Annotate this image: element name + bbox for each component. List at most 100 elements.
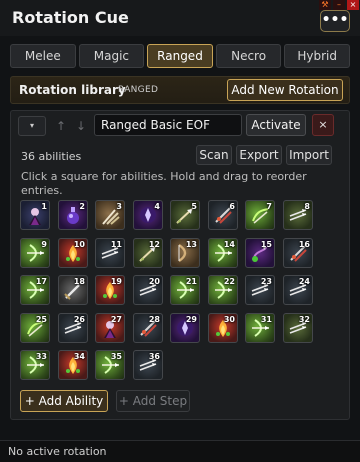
ability-slot-number: 7 (266, 202, 272, 211)
ability-slot-number: 30 (223, 315, 235, 324)
ability-slot[interactable]: 4 (133, 200, 163, 230)
ability-slot-number: 29 (185, 315, 197, 324)
ability-slot-number: 19 (110, 277, 122, 286)
ability-slot[interactable]: 1 (20, 200, 50, 230)
tab-hybrid[interactable]: Hybrid (284, 44, 350, 68)
ability-slot[interactable]: 25 (20, 313, 50, 343)
ability-slot-number: 23 (260, 277, 272, 286)
ability-slot[interactable]: 2 (58, 200, 88, 230)
ability-slot[interactable]: 16 (283, 238, 313, 268)
tab-ranged[interactable]: Ranged (147, 44, 213, 68)
ability-slot-number: 14 (223, 240, 235, 249)
ability-slot-number: 35 (110, 352, 122, 361)
ability-slot[interactable]: 23 (245, 275, 275, 305)
add-step-button[interactable]: + Add Step (116, 390, 190, 412)
ability-slot-number: 5 (191, 202, 197, 211)
ability-slot-number: 26 (73, 315, 85, 324)
ability-slot-number: 34 (73, 352, 85, 361)
move-up-button[interactable]: ↑ (52, 116, 70, 136)
ability-slot[interactable]: 35 (95, 350, 125, 380)
window-title: Rotation Cue (12, 8, 129, 27)
ability-slot[interactable]: 10 (58, 238, 88, 268)
library-title: Rotation library (19, 83, 126, 97)
pin-icon[interactable]: ⚒ (319, 0, 331, 10)
ability-slot-number: 12 (148, 240, 160, 249)
tab-necro[interactable]: Necro (215, 44, 282, 68)
ability-slot-number: 8 (304, 202, 310, 211)
ability-count: 36 abilities (21, 150, 82, 163)
export-button[interactable]: Export (236, 145, 282, 165)
ability-slot-number: 21 (185, 277, 197, 286)
ability-slot[interactable]: 29 (170, 313, 200, 343)
ability-slot[interactable]: 3 (95, 200, 125, 230)
style-tabs: Melee Magic Ranged Necro Hybrid (10, 44, 350, 68)
ability-slot[interactable]: 5 (170, 200, 200, 230)
ability-slot-number: 18 (73, 277, 85, 286)
ability-slot[interactable]: 6 (208, 200, 238, 230)
library-style-tag: RANGED (118, 85, 159, 95)
ability-slot[interactable]: 19 (95, 275, 125, 305)
ability-slot-number: 6 (229, 202, 235, 211)
ability-slot-number: 36 (148, 352, 160, 361)
add-ability-button[interactable]: + Add Ability (20, 390, 108, 412)
ability-slot-number: 2 (79, 202, 85, 211)
ability-slot-number: 20 (148, 277, 160, 286)
ability-slot[interactable]: 36 (133, 350, 163, 380)
close-icon[interactable]: × (347, 0, 359, 10)
ability-slot[interactable]: 15 (245, 238, 275, 268)
ability-slot[interactable]: 22 (208, 275, 238, 305)
minimize-icon[interactable]: – (333, 0, 345, 10)
ability-slot[interactable]: 33 (20, 350, 50, 380)
scan-button[interactable]: Scan (196, 145, 232, 165)
ability-slot[interactable]: 26 (58, 313, 88, 343)
ability-slot-number: 3 (116, 202, 122, 211)
ability-slot[interactable]: 7 (245, 200, 275, 230)
ability-slot-number: 16 (298, 240, 310, 249)
ability-slot[interactable]: 9 (20, 238, 50, 268)
ability-slot-number: 24 (298, 277, 310, 286)
ability-slot-number: 25 (35, 315, 47, 324)
ability-slot[interactable]: 20 (133, 275, 163, 305)
ability-slot-number: 22 (223, 277, 235, 286)
ability-slot[interactable]: 34 (58, 350, 88, 380)
ability-slot-number: 32 (298, 315, 310, 324)
ability-slot-number: 31 (260, 315, 272, 324)
delete-rotation-button[interactable]: × (312, 114, 334, 136)
ability-slot[interactable]: 17 (20, 275, 50, 305)
ability-slot-number: 4 (154, 202, 160, 211)
add-new-rotation-button[interactable]: Add New Rotation (227, 79, 343, 101)
ability-slot-number: 13 (185, 240, 197, 249)
title-bar: Rotation Cue ⚒ – × ••• (0, 0, 360, 36)
activate-button[interactable]: Activate (246, 114, 306, 136)
ability-slot[interactable]: 12 (133, 238, 163, 268)
ability-slot[interactable]: 27 (95, 313, 125, 343)
status-text: No active rotation (8, 445, 107, 458)
ability-slot-number: 28 (148, 315, 160, 324)
ability-slot[interactable]: 30 (208, 313, 238, 343)
status-bar: No active rotation (0, 440, 360, 462)
ability-slot[interactable]: 13 (170, 238, 200, 268)
ability-slot-number: 27 (110, 315, 122, 324)
ability-slot[interactable]: 31 (245, 313, 275, 343)
ability-slot[interactable]: 11 (95, 238, 125, 268)
move-down-button[interactable]: ↓ (72, 116, 90, 136)
tab-magic[interactable]: Magic (78, 44, 145, 68)
ability-slot[interactable]: 21 (170, 275, 200, 305)
ability-slot-number: 1 (41, 202, 47, 211)
tab-melee[interactable]: Melee (10, 44, 76, 68)
ability-slot[interactable]: 14 (208, 238, 238, 268)
ability-slot[interactable]: 32 (283, 313, 313, 343)
ability-slot[interactable]: 24 (283, 275, 313, 305)
ability-slot[interactable]: 8 (283, 200, 313, 230)
ability-slot-number: 33 (35, 352, 47, 361)
ability-slot[interactable]: 28 (133, 313, 163, 343)
window-controls: ⚒ – × (319, 0, 359, 10)
ability-slot-number: 15 (260, 240, 272, 249)
more-options-button[interactable]: ••• (320, 10, 350, 32)
ability-slot-number: 11 (110, 240, 122, 249)
import-button[interactable]: Import (286, 145, 332, 165)
rotation-name-input[interactable] (94, 114, 242, 136)
ability-slot-number: 9 (41, 240, 47, 249)
collapse-chevron-button[interactable]: ▾ (18, 116, 46, 136)
ability-slot[interactable]: 18 (58, 275, 88, 305)
